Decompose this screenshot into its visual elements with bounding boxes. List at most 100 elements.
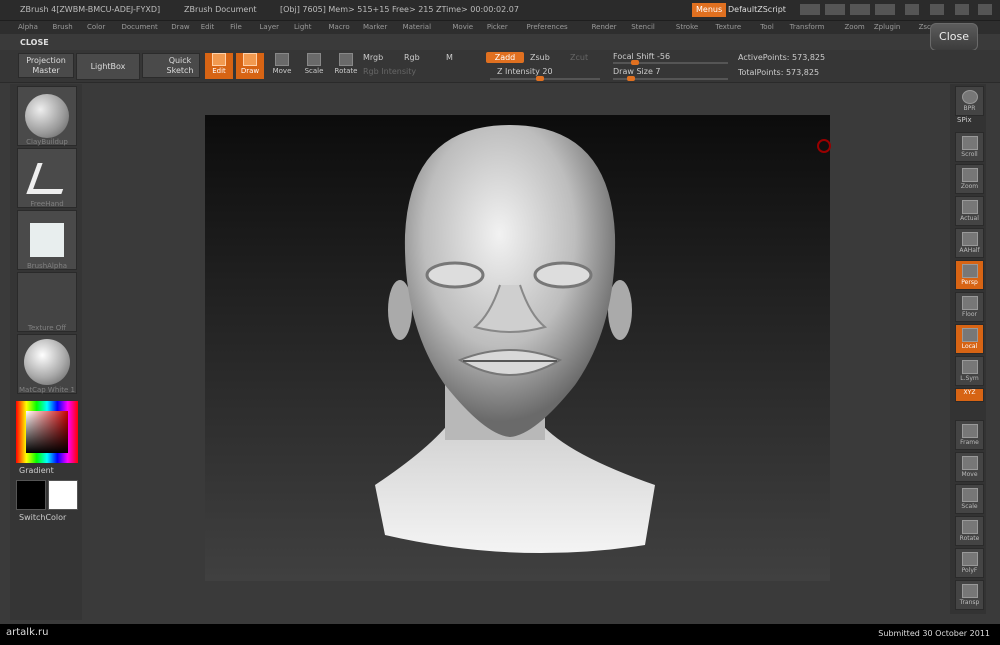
layout2-icon[interactable] (850, 4, 870, 15)
menus-button[interactable]: Menus (692, 3, 727, 17)
focal-shift-knob[interactable] (631, 60, 639, 65)
z-intensity-slider[interactable]: Z Intensity 20 (497, 67, 553, 76)
tool-draw-button[interactable]: Draw (236, 53, 264, 79)
menu-item-stroke[interactable]: Stroke (676, 23, 698, 31)
view-local-button[interactable]: Local (955, 324, 984, 354)
view-actual-button[interactable]: Actual (955, 196, 984, 226)
zcut-toggle[interactable]: Zcut (570, 53, 588, 62)
view-polyf-button[interactable]: PolyF (955, 548, 984, 578)
menu-item-marker[interactable]: Marker (363, 23, 387, 31)
view-move-button[interactable]: Move (955, 452, 984, 482)
secondary-color-swatch[interactable] (48, 480, 78, 510)
menu-item-macro[interactable]: Macro (329, 23, 350, 31)
maximize-icon[interactable] (955, 4, 969, 15)
view-lsym-button[interactable]: L.Sym (955, 356, 984, 386)
window-close-icon[interactable] (978, 4, 992, 15)
polyf-icon (961, 552, 978, 566)
transp-icon (961, 584, 978, 598)
menu-item-draw[interactable]: Draw (171, 23, 189, 31)
switch-color-button[interactable]: SwitchColor (19, 513, 66, 522)
layout-icon[interactable] (825, 4, 845, 15)
menu-item-brush[interactable]: Brush (53, 23, 73, 31)
close-label[interactable]: CLOSE (20, 38, 49, 47)
tool-scale-button[interactable]: Scale (300, 53, 328, 79)
tool-rotate-button[interactable]: Rotate (332, 53, 360, 79)
view-button-label: Local (961, 343, 978, 350)
menu-item-color[interactable]: Color (87, 23, 105, 31)
minimize-icon[interactable] (930, 4, 944, 15)
tool-edit-button[interactable]: Edit (205, 53, 233, 79)
brush-thumbnail[interactable] (17, 86, 77, 146)
draw-size-slider[interactable]: Draw Size 7 (613, 67, 661, 76)
view-floor-button[interactable]: Floor (955, 292, 984, 322)
material-thumbnail[interactable] (17, 334, 77, 394)
floor-icon (961, 296, 978, 310)
texture-label: Texture Off (27, 324, 67, 332)
scale-icon (961, 488, 978, 502)
focal-shift-track[interactable] (613, 60, 728, 65)
view-button-label: Scale (961, 503, 978, 510)
menu-item-picker[interactable]: Picker (487, 23, 508, 31)
menu-item-texture[interactable]: Texture (716, 23, 742, 31)
view-persp-button[interactable]: Persp (955, 260, 984, 290)
spix-slider[interactable]: SPix (957, 116, 972, 124)
m-toggle[interactable]: M (446, 53, 453, 62)
menu-item-zoom[interactable]: Zoom (845, 23, 865, 31)
view-scroll-button[interactable]: Scroll (955, 132, 984, 162)
record-icon[interactable] (817, 139, 831, 153)
view-rotate-button[interactable]: Rotate (955, 516, 984, 546)
gradient-label[interactable]: Gradient (19, 466, 54, 475)
persp-icon (961, 264, 978, 278)
tool-move-button[interactable]: Move (268, 53, 296, 79)
bpr-button[interactable]: BPR (955, 86, 984, 116)
menu-item-light[interactable]: Light (294, 23, 311, 31)
z-intensity-knob[interactable] (536, 76, 544, 81)
view-zoom-button[interactable]: Zoom (955, 164, 984, 194)
menu-item-preferences[interactable]: Preferences (527, 23, 568, 31)
alpha-thumbnail[interactable] (17, 210, 77, 270)
view-button-label: Zoom (960, 183, 979, 190)
draw-size-track[interactable] (613, 76, 728, 81)
zadd-toggle[interactable]: Zadd (486, 52, 524, 63)
menu-item-edit[interactable]: Edit (201, 23, 215, 31)
color-picker[interactable] (16, 401, 78, 463)
menu-item-alpha[interactable]: Alpha (18, 23, 38, 31)
projection-master-button[interactable]: Projection Master (18, 53, 74, 78)
canvas-viewport[interactable] (205, 115, 831, 581)
primary-color-swatch[interactable] (16, 480, 46, 510)
menu-item-zplugin[interactable]: Zplugin (874, 23, 900, 31)
view-button-label: L.Sym (960, 375, 979, 382)
rgb-intensity-slider[interactable]: Rgb Intensity (363, 67, 416, 76)
menu-item-document[interactable]: Document (122, 23, 158, 31)
save-icon[interactable] (905, 4, 919, 15)
close-button[interactable]: Close (930, 23, 978, 51)
view-aahalf-button[interactable]: AAHalf (955, 228, 984, 258)
lightbox-button[interactable]: LightBox (76, 53, 140, 80)
menu-item-transform[interactable]: Transform (790, 23, 825, 31)
z-intensity-track[interactable] (490, 76, 600, 81)
focal-shift-slider[interactable]: Focal Shift -56 (613, 52, 670, 61)
mrgb-toggle[interactable]: Mrgb (363, 53, 383, 62)
menu-item-file[interactable]: File (230, 23, 242, 31)
arrows-icon[interactable] (800, 4, 820, 15)
draw-size-knob[interactable] (627, 76, 635, 81)
footer-bar: artalk.ru Submitted 30 October 2011 (0, 624, 1000, 645)
default-zscript-button[interactable]: DefaultZScript (724, 3, 790, 17)
texture-thumbnail[interactable] (17, 272, 77, 332)
view-transp-button[interactable]: Transp (955, 580, 984, 610)
menu-item-tool[interactable]: Tool (760, 23, 774, 31)
zsub-toggle[interactable]: Zsub (530, 53, 550, 62)
view-frame-button[interactable]: Frame (955, 420, 984, 450)
view-xyz-button[interactable]: XYZ (955, 388, 984, 402)
menu-item-material[interactable]: Material (403, 23, 431, 31)
stroke-thumbnail[interactable] (17, 148, 77, 208)
layout3-icon[interactable] (875, 4, 895, 15)
menu-item-render[interactable]: Render (592, 23, 617, 31)
quick-sketch-button[interactable]: Quick Sketch (142, 53, 200, 78)
menu-item-stencil[interactable]: Stencil (631, 23, 655, 31)
color-square[interactable] (26, 411, 68, 453)
menu-item-layer[interactable]: Layer (260, 23, 280, 31)
rgb-toggle[interactable]: Rgb (404, 53, 420, 62)
view-scale-button[interactable]: Scale (955, 484, 984, 514)
menu-item-movie[interactable]: Movie (452, 23, 473, 31)
